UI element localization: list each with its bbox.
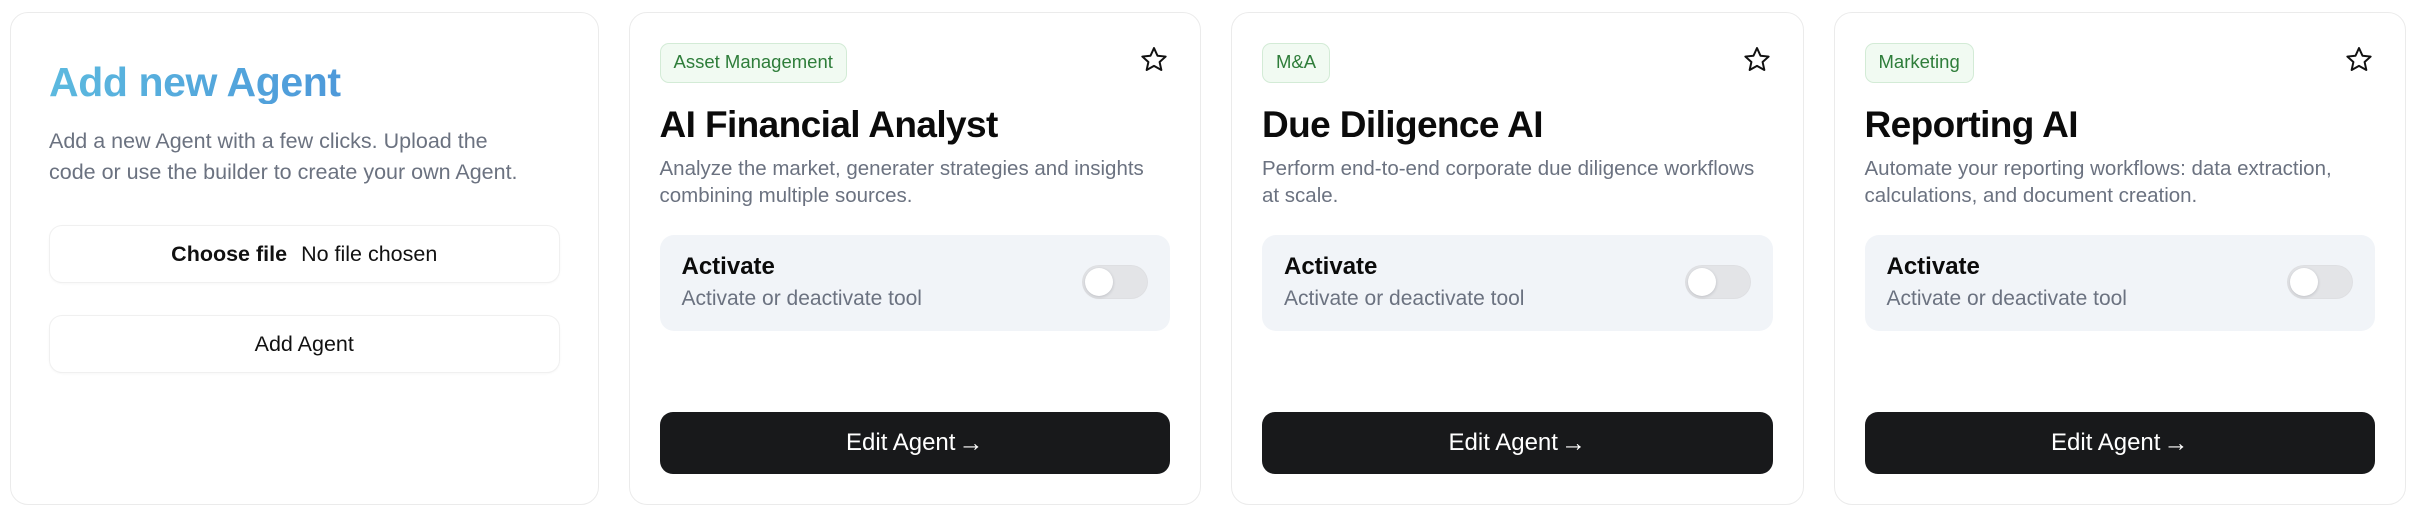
activate-toggle[interactable] xyxy=(2287,265,2353,300)
agent-title: Due Diligence AI xyxy=(1262,103,1544,145)
file-upload-input[interactable]: Choose file No file chosen xyxy=(49,225,560,284)
favorite-star-button[interactable] xyxy=(2345,45,2373,73)
category-badge: Asset Management xyxy=(659,43,847,83)
agent-card-ai-financial-analyst: Asset Management AI Financial Analyst An… xyxy=(628,12,1201,505)
activate-labels: Activate Activate or deactivate tool xyxy=(1887,253,2127,311)
edit-agent-button[interactable]: Edit Agent → xyxy=(659,412,1170,474)
star-outline-icon xyxy=(1140,47,1168,76)
activate-title: Activate xyxy=(681,253,775,281)
arrow-right-icon: → xyxy=(958,428,984,457)
choose-file-button[interactable]: Choose file xyxy=(171,242,287,267)
card-header: Asset Management xyxy=(659,43,1171,83)
activate-subtitle: Activate or deactivate tool xyxy=(1886,287,2127,311)
agent-card-due-diligence-ai: M&A Due Diligence AI Perform end-to-end … xyxy=(1231,12,1804,505)
activate-panel: Activate Activate or deactivate tool xyxy=(1262,235,1773,332)
activate-subtitle: Activate or deactivate tool xyxy=(681,287,922,311)
edit-agent-button[interactable]: Edit Agent → xyxy=(1262,412,1773,474)
edit-agent-button-label: Edit Agent xyxy=(2051,429,2161,456)
star-outline-icon xyxy=(1743,47,1771,76)
add-agent-description: Add a new Agent with a few clicks. Uploa… xyxy=(49,129,518,184)
activate-panel: Activate Activate or deactivate tool xyxy=(1864,235,2375,332)
toggle-knob xyxy=(1085,268,1113,297)
page-title: Add new Agent xyxy=(49,60,560,104)
category-badge: Marketing xyxy=(1864,43,1974,83)
star-outline-icon xyxy=(2345,47,2373,76)
activate-toggle[interactable] xyxy=(1082,265,1148,300)
card-header: M&A xyxy=(1262,43,1773,83)
agent-title: Reporting AI xyxy=(1864,103,2079,145)
add-agent-button-label: Add Agent xyxy=(254,331,354,356)
agent-description: Perform end-to-end corporate due diligen… xyxy=(1262,157,1755,208)
category-badge: M&A xyxy=(1262,43,1331,83)
activate-labels: Activate Activate or deactivate tool xyxy=(682,253,922,311)
file-chosen-status: No file chosen xyxy=(301,241,438,266)
agent-title: AI Financial Analyst xyxy=(659,103,999,145)
activate-toggle[interactable] xyxy=(1684,265,1751,300)
agent-card-reporting-ai: Marketing Reporting AI Automate your rep… xyxy=(1833,12,2406,505)
toggle-knob xyxy=(1687,268,1716,297)
agent-description: Analyze the market, generater strategies… xyxy=(659,157,1144,208)
favorite-star-button[interactable] xyxy=(1743,45,1771,73)
activate-panel: Activate Activate or deactivate tool xyxy=(659,235,1170,332)
edit-agent-button-label: Edit Agent xyxy=(1448,429,1558,456)
activate-title: Activate xyxy=(1284,253,1378,281)
card-header: Marketing xyxy=(1864,43,2376,83)
activate-subtitle: Activate or deactivate tool xyxy=(1284,287,1525,311)
add-agent-button[interactable]: Add Agent xyxy=(49,315,560,374)
activate-title: Activate xyxy=(1886,253,1980,281)
favorite-star-button[interactable] xyxy=(1140,45,1168,73)
agent-description: Automate your reporting workflows: data … xyxy=(1864,157,2332,208)
agent-card-grid: Add new Agent Add a new Agent with a few… xyxy=(0,0,2416,518)
edit-agent-button[interactable]: Edit Agent → xyxy=(1864,412,2375,474)
edit-agent-button-label: Edit Agent xyxy=(846,429,956,456)
add-new-agent-card: Add new Agent Add a new Agent with a few… xyxy=(10,12,599,505)
toggle-knob xyxy=(2290,268,2318,297)
arrow-right-icon: → xyxy=(2163,428,2189,457)
activate-labels: Activate Activate or deactivate tool xyxy=(1284,253,1524,311)
arrow-right-icon: → xyxy=(1560,428,1586,457)
